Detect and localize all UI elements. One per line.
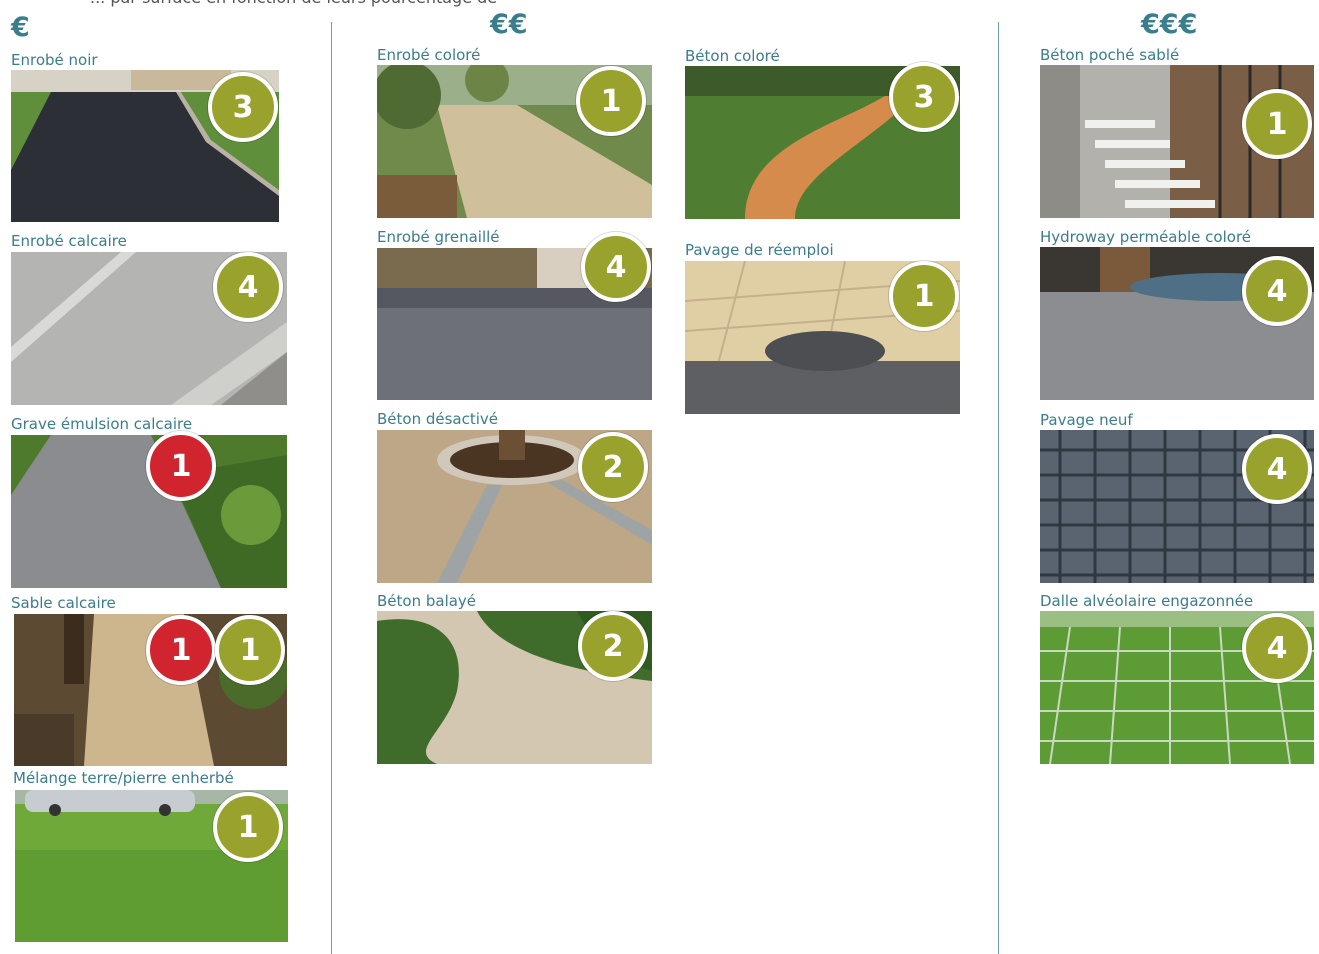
- permeability-badge-green: 1: [215, 615, 285, 685]
- price-header-high: €€€: [1141, 9, 1198, 40]
- column-divider-1: [331, 22, 332, 954]
- permeability-badge: 4: [1242, 434, 1312, 504]
- surface-label: Hydroway perméable coloré: [1040, 228, 1252, 246]
- permeability-badge: 4: [1242, 256, 1312, 326]
- surface-label: Enrobé grenaillé: [377, 228, 500, 246]
- surface-label: Pavage neuf: [1040, 411, 1133, 429]
- cut-header-text: ... par surface en fonction de leurs pou…: [0, 0, 560, 8]
- surface-label: Béton coloré: [685, 47, 780, 65]
- permeability-badge: 3: [208, 72, 278, 142]
- surface-label: Grave émulsion calcaire: [11, 415, 193, 433]
- permeability-badge: 1: [213, 792, 283, 862]
- surface-label: Enrobé coloré: [377, 46, 481, 64]
- permeability-badge: 4: [213, 252, 283, 322]
- permeability-badge: 4: [1242, 613, 1312, 683]
- permeability-badge: 2: [578, 611, 648, 681]
- surface-label: Enrobé calcaire: [11, 232, 127, 250]
- price-header-low: €: [11, 12, 30, 43]
- permeability-badge: 3: [889, 62, 959, 132]
- permeability-badge: 4: [581, 232, 651, 302]
- surface-label: Béton désactivé: [377, 410, 499, 428]
- permeability-badge-red: 1: [146, 615, 216, 685]
- price-header-mid: €€: [490, 9, 528, 40]
- column-divider-2: [998, 22, 999, 954]
- surface-label: Sable calcaire: [11, 594, 116, 612]
- permeability-badge: 1: [146, 431, 216, 501]
- surface-label: Béton poché sablé: [1040, 46, 1180, 64]
- permeability-badge: 1: [889, 261, 959, 331]
- surface-label: Enrobé noir: [11, 51, 98, 69]
- surface-label: Mélange terre/pierre enherbé: [13, 769, 234, 787]
- permeability-badge: 1: [1242, 89, 1312, 159]
- surface-label: Pavage de réemploi: [685, 241, 834, 259]
- surface-label: Dalle alvéolaire engazonnée: [1040, 592, 1254, 610]
- permeability-badge: 2: [578, 432, 648, 502]
- permeability-badge: 1: [576, 66, 646, 136]
- surface-label: Béton balayé: [377, 592, 477, 610]
